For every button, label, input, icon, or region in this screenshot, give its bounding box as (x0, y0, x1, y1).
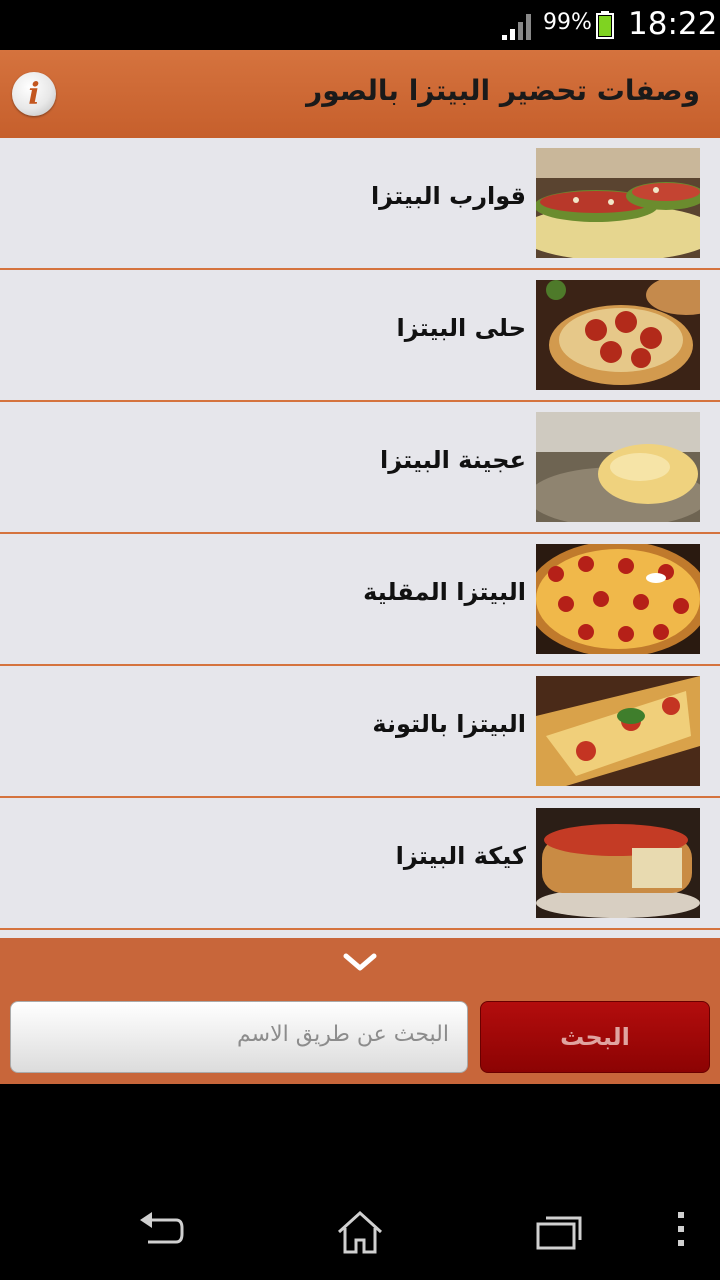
tuna-pizza-image (536, 676, 700, 786)
item-label: كيكة البيتزا (395, 842, 526, 870)
battery-percent: 99% (543, 10, 592, 35)
search-placeholder: البحث عن طريق الاسم (237, 1022, 449, 1047)
navigation-bar (0, 1180, 720, 1280)
item-label: عجينة البيتزا (380, 446, 526, 474)
list-item[interactable]: عجينة البيتزا (0, 402, 720, 534)
item-label: حلى البيتزا (396, 314, 526, 342)
list-item[interactable]: البيتزا المقلية (0, 534, 720, 666)
status-bar: 99% 18:22 (0, 0, 720, 50)
app-title: وصفات تحضير البيتزا بالصور (306, 74, 700, 107)
recipe-list[interactable]: قوارب البيتزا حلى البيتزا عجينة البيتزا … (0, 138, 720, 938)
info-button[interactable]: i (12, 72, 56, 116)
item-label: البيتزا بالتونة (372, 710, 526, 738)
pizza-boats-image (536, 148, 700, 258)
search-input[interactable]: البحث عن طريق الاسم (10, 1001, 468, 1073)
recent-apps-icon[interactable] (536, 1210, 584, 1250)
pizza-dessert-image (536, 280, 700, 390)
list-item[interactable]: قوارب البيتزا (0, 138, 720, 270)
search-button[interactable]: البحث (480, 1001, 710, 1073)
list-item[interactable]: البيتزا بالتونة (0, 666, 720, 798)
home-icon[interactable] (336, 1210, 384, 1254)
signal-icon (502, 14, 531, 40)
back-icon[interactable] (136, 1210, 186, 1250)
clock: 18:22 (628, 6, 718, 42)
list-item[interactable]: حلى البيتزا (0, 270, 720, 402)
info-icon: i (28, 76, 40, 112)
list-item[interactable]: كيكة البيتزا (0, 798, 720, 930)
search-button-label: البحث (560, 1023, 630, 1051)
fried-pizza-image (536, 544, 700, 654)
pizza-dough-image (536, 412, 700, 522)
pizza-cake-image (536, 808, 700, 918)
menu-icon[interactable] (674, 1210, 688, 1250)
item-label: قوارب البيتزا (370, 182, 526, 210)
search-bar: البحث عن طريق الاسم البحث (0, 938, 720, 1084)
item-label: البيتزا المقلية (363, 578, 526, 606)
app-bar: i وصفات تحضير البيتزا بالصور (0, 50, 720, 139)
battery-icon (596, 11, 614, 39)
chevron-down-icon[interactable] (342, 950, 378, 974)
